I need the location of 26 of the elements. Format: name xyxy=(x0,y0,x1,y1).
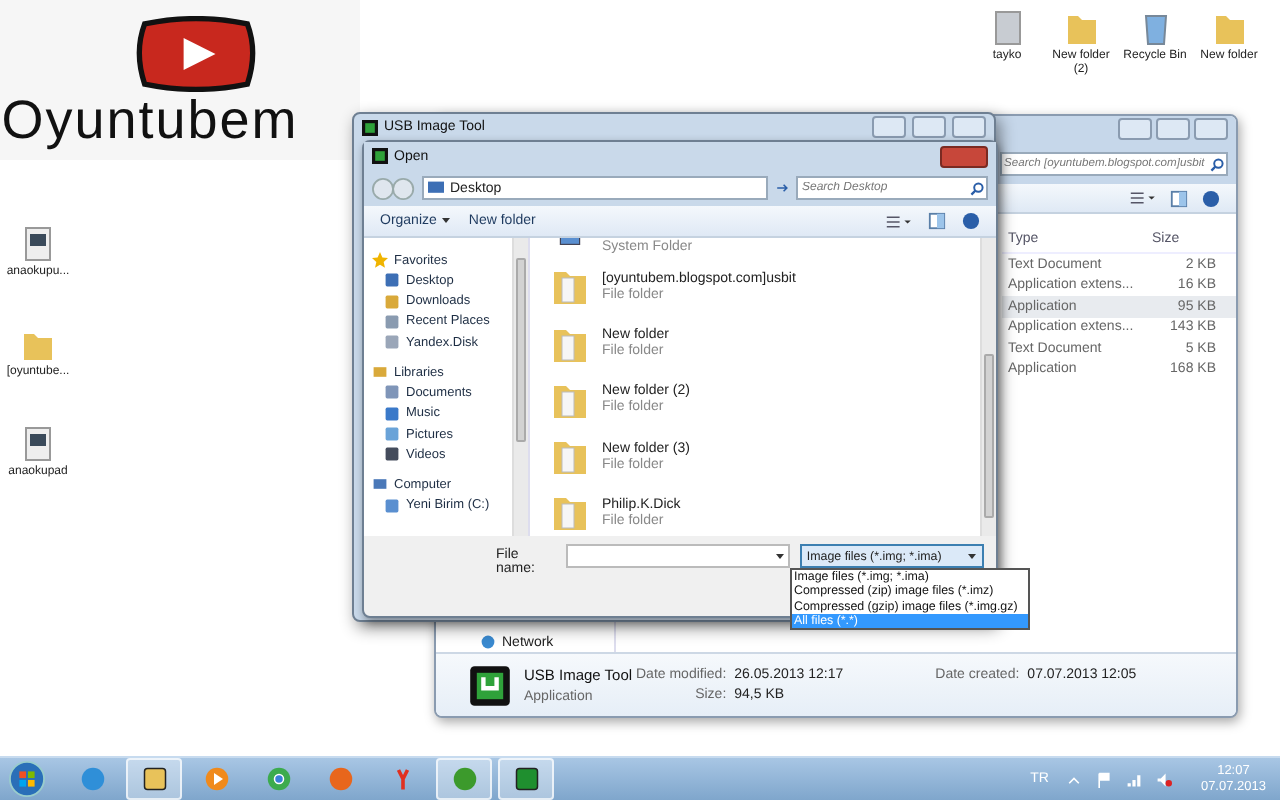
volume-icon[interactable] xyxy=(1156,771,1173,787)
play-button-logo-icon xyxy=(134,16,258,92)
nav-group-icon xyxy=(372,476,388,493)
file-name-field[interactable] xyxy=(566,544,791,568)
scrollbar[interactable] xyxy=(512,238,528,536)
search-icon xyxy=(970,181,984,195)
start-button[interactable] xyxy=(8,760,46,798)
view-options-icon[interactable] xyxy=(884,213,912,229)
scrollbar[interactable] xyxy=(980,238,996,536)
folder-taskbar-icon[interactable] xyxy=(126,758,182,800)
search-icon xyxy=(1210,157,1224,171)
dropdown-arrow-icon[interactable] xyxy=(774,550,787,562)
nav-group-icon xyxy=(372,252,388,268)
nav-group-icon xyxy=(372,364,388,381)
logo-text: Oyuntubem xyxy=(1,92,299,148)
flag-icon[interactable] xyxy=(1096,771,1113,787)
preview-pane-icon[interactable] xyxy=(1170,189,1188,207)
preview-pane-icon[interactable] xyxy=(928,212,946,230)
refresh-icon[interactable] xyxy=(774,180,790,196)
desktop-icon xyxy=(428,180,444,196)
back-forward-buttons-icon[interactable] xyxy=(372,177,416,199)
usb-tool-app-icon xyxy=(468,663,512,707)
nav-item-icon xyxy=(384,497,400,514)
app-taskbar-icon[interactable] xyxy=(498,758,554,800)
caret-icon xyxy=(966,550,978,562)
view-options-icon[interactable] xyxy=(1128,190,1156,206)
